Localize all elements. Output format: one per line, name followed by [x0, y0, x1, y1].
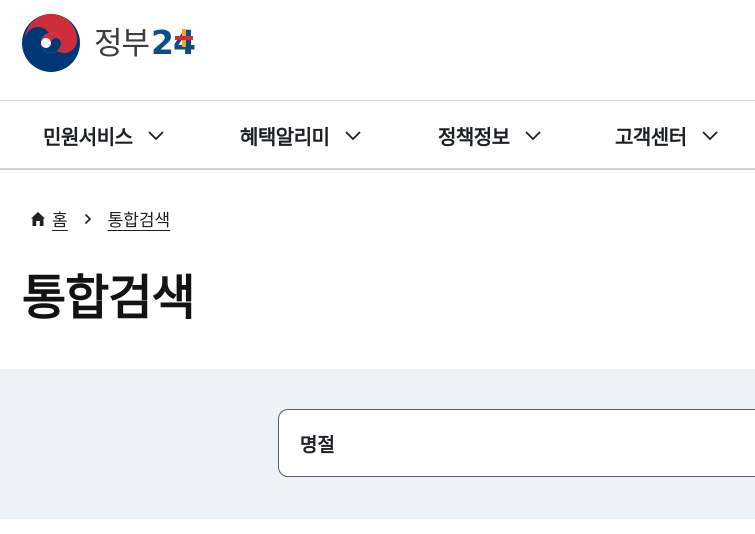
chevron-down-icon: [701, 131, 718, 141]
logo-word: 정부: [94, 26, 150, 62]
chevron-down-icon: [344, 131, 361, 141]
nav-item-civil-services[interactable]: 민원서비스: [43, 101, 165, 169]
page-title: 통합검색: [22, 270, 196, 326]
breadcrumb-home-link[interactable]: 홈: [52, 206, 68, 231]
search-box[interactable]: [278, 409, 755, 477]
nav-label: 고객센터: [615, 124, 687, 149]
nav-item-policy[interactable]: 정책정보: [438, 101, 542, 169]
search-section: [0, 369, 755, 519]
nav-item-benefits[interactable]: 혜택알리미: [240, 101, 362, 169]
nav-label: 민원서비스: [43, 124, 133, 149]
site-header: 정부 24: [0, 0, 755, 100]
chevron-down-icon: [524, 131, 541, 141]
nav-item-customer-center[interactable]: 고객센터: [615, 101, 719, 169]
main-navigation: 민원서비스 혜택알리미 정책정보 고객센터: [0, 100, 755, 170]
gov24-logo[interactable]: 정부 24: [22, 14, 196, 72]
home-icon: [31, 211, 45, 226]
nav-label: 정책정보: [438, 124, 510, 149]
logo-wordmark: 정부 24: [94, 23, 196, 63]
taegeuk-emblem-icon: [22, 14, 80, 72]
chevron-down-icon: [147, 131, 164, 141]
nav-label: 혜택알리미: [240, 124, 330, 149]
search-input[interactable]: [300, 432, 740, 454]
chevron-right-icon: [84, 213, 91, 224]
breadcrumb-current-link[interactable]: 통합검색: [108, 206, 171, 231]
breadcrumb: 홈 통합검색: [30, 206, 170, 231]
